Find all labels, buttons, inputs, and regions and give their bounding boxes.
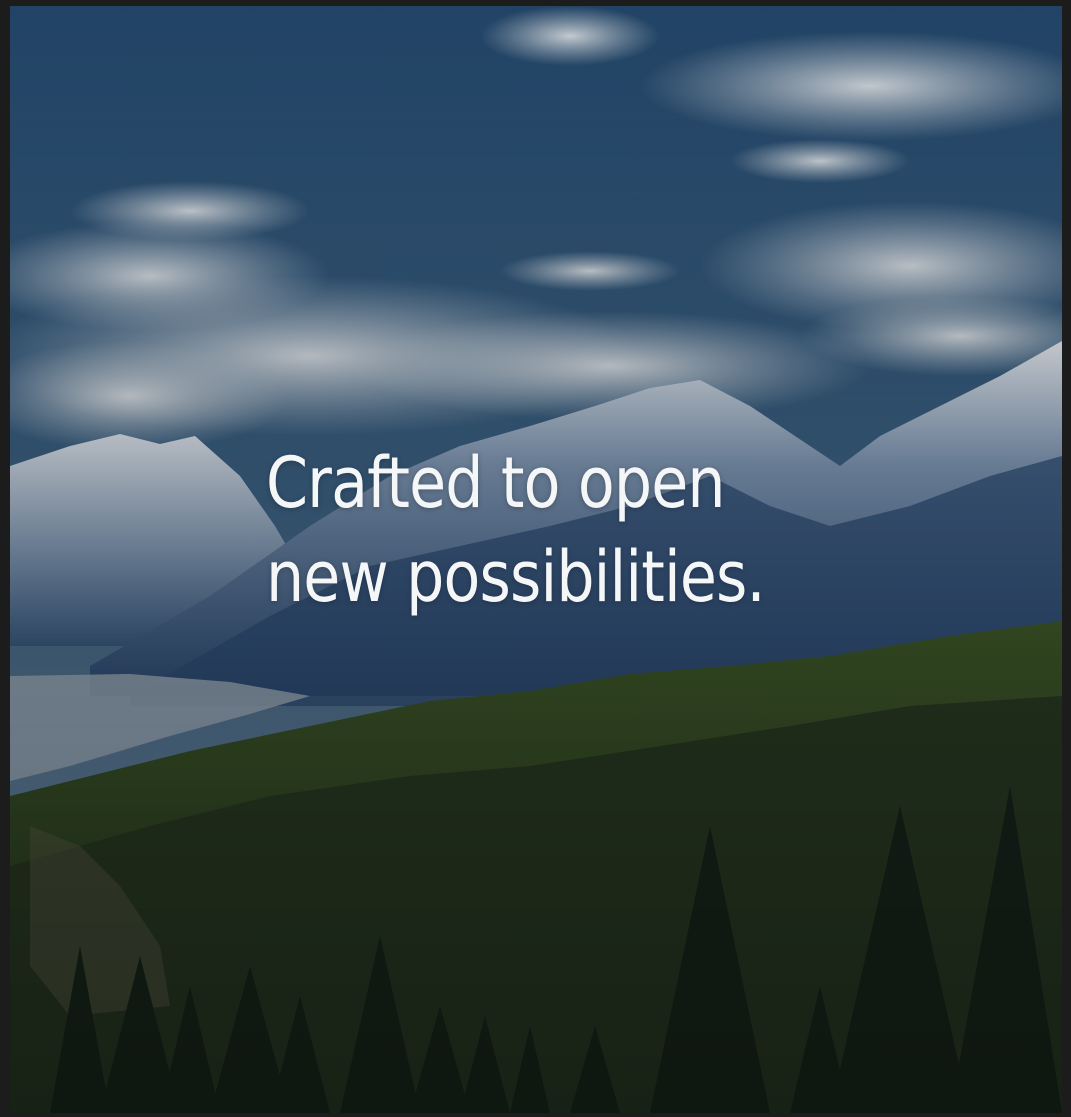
hero-tagline: Crafted to open new possibilities.: [266, 436, 766, 624]
tagline-line-2: new possibilities.: [266, 536, 766, 618]
image-frame: Crafted to open new possibilities.: [0, 0, 1071, 1117]
tagline-line-1: Crafted to open: [266, 442, 726, 524]
